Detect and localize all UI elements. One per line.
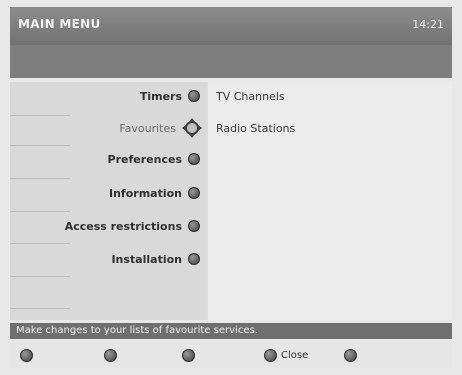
menu-item-information[interactable]: Information <box>109 183 200 203</box>
left-separator <box>10 276 70 277</box>
footer-button-3[interactable] <box>182 346 199 364</box>
remote-button-icon <box>188 153 200 165</box>
remote-button-icon <box>344 348 357 362</box>
remote-button-icon <box>188 187 200 199</box>
status-help-text: Make changes to your lists of favourite … <box>10 323 452 339</box>
menu-item-favourites[interactable]: Favourites <box>119 118 202 138</box>
tv-main-menu-screen: MAIN MENU 14:21 Timers Favourites Prefer… <box>0 0 462 375</box>
remote-button-icon <box>188 220 200 232</box>
menu-item-timers[interactable]: Timers <box>140 86 200 106</box>
remote-button-icon <box>182 348 195 362</box>
footer-button-5[interactable] <box>344 346 361 364</box>
menu-item-installation[interactable]: Installation <box>111 249 200 269</box>
header-subbar <box>10 45 452 78</box>
footer-button-2[interactable] <box>104 346 121 364</box>
menu-item-label: Timers <box>139 89 182 103</box>
left-separator <box>10 243 70 244</box>
close-button-label: Close <box>281 349 309 361</box>
remote-button-icon <box>264 348 277 362</box>
submenu-item-label: TV Channels <box>216 89 285 103</box>
page-title: MAIN MENU <box>18 17 101 31</box>
close-button[interactable]: Close <box>264 346 308 364</box>
menu-panel: Timers Favourites Preferences Informatio… <box>10 82 452 320</box>
clock-time: 14:21 <box>412 18 444 31</box>
header-bar: MAIN MENU 14:21 <box>10 7 452 45</box>
menu-item-label: Access restrictions <box>64 219 182 233</box>
remote-button-icon <box>104 348 117 362</box>
footer-button-1[interactable] <box>20 346 37 364</box>
menu-item-label: Installation <box>111 252 182 266</box>
left-separator <box>10 115 70 116</box>
remote-button-icon <box>188 253 200 265</box>
menu-item-access-restrictions[interactable]: Access restrictions <box>65 216 200 236</box>
submenu-item-tv-channels[interactable]: TV Channels <box>216 86 285 106</box>
left-separator <box>10 178 70 179</box>
menu-item-label: Preferences <box>107 152 182 166</box>
left-separator <box>10 308 70 309</box>
navigation-cursor-icon <box>182 118 202 138</box>
menu-item-label: Information <box>109 186 182 200</box>
left-separator <box>10 211 70 212</box>
remote-button-icon <box>188 90 200 102</box>
menu-item-label: Favourites <box>119 121 176 135</box>
remote-button-icon <box>20 348 33 362</box>
menu-item-preferences[interactable]: Preferences <box>108 149 200 169</box>
submenu-item-radio-stations[interactable]: Radio Stations <box>216 118 295 138</box>
footer-button-bar: Close <box>10 342 452 368</box>
left-separator <box>10 145 70 146</box>
submenu-item-label: Radio Stations <box>216 121 296 135</box>
